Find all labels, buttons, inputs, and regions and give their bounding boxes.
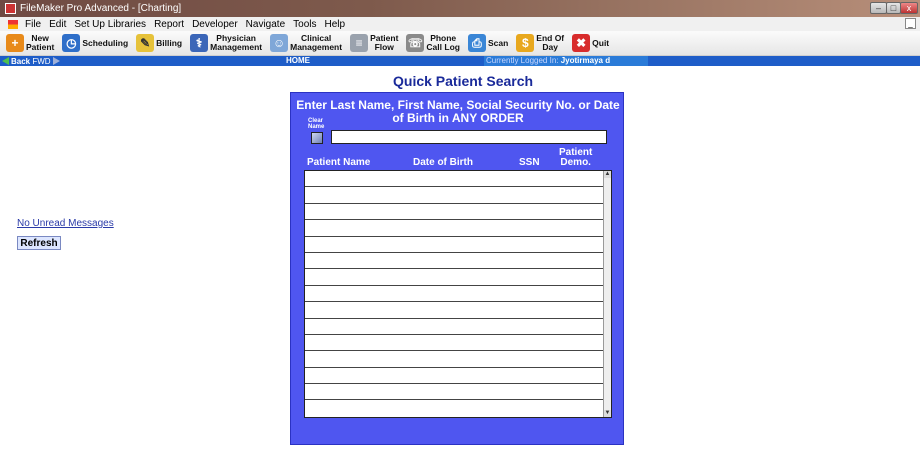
person-add-icon: + — [6, 34, 24, 52]
patient-flow-button[interactable]: ≡ Patient Flow — [350, 34, 398, 52]
main-toolbar: + New Patient ◷ Scheduling ✎ Billing ⚕ P… — [0, 31, 920, 56]
results-scrollbar[interactable]: ▲ ▼ — [603, 171, 611, 417]
physician-management-label: Physician Management — [210, 33, 263, 52]
logged-in-user: Jyotirmaya d — [560, 56, 611, 65]
table-row[interactable] — [305, 253, 603, 270]
table-row[interactable] — [305, 204, 603, 221]
clinician-icon: ☺ — [270, 34, 289, 52]
refresh-button[interactable]: Refresh — [17, 236, 61, 250]
physician-icon: ⚕ — [190, 34, 209, 52]
table-row[interactable] — [305, 171, 603, 188]
scroll-up-icon[interactable]: ▲ — [604, 171, 611, 178]
scroll-down-icon[interactable]: ▼ — [604, 410, 611, 417]
billing-label: Billing — [156, 37, 183, 48]
quick-patient-search-panel: Enter Last Name, First Name, Social Secu… — [290, 92, 624, 445]
scan-button[interactable]: ⎙ Scan — [467, 34, 509, 52]
forward-link[interactable]: FWD — [32, 57, 50, 66]
filemaker-app-icon — [5, 3, 16, 14]
table-row[interactable] — [305, 269, 603, 286]
document-icon[interactable] — [8, 19, 18, 29]
table-row[interactable] — [305, 237, 603, 253]
menu-navigate[interactable]: Navigate — [242, 19, 289, 30]
history-nav: Back FWD — [2, 56, 60, 66]
patient-flow-label: Patient Flow — [370, 33, 399, 52]
billing-button[interactable]: ✎ Billing — [136, 34, 182, 52]
pencil-icon: ✎ — [136, 34, 155, 52]
search-instructions: Enter Last Name, First Name, Social Secu… — [296, 98, 620, 125]
list-icon: ≡ — [350, 34, 369, 52]
end-of-day-label: End Of Day — [536, 33, 565, 52]
menu-edit[interactable]: Edit — [45, 19, 70, 30]
scan-label: Scan — [487, 37, 509, 48]
table-row[interactable] — [305, 384, 603, 401]
col-patient-demo: Patient Demo. — [559, 147, 593, 168]
table-row[interactable] — [305, 187, 603, 204]
back-link[interactable]: Back — [11, 57, 30, 66]
patient-search-input[interactable] — [331, 130, 607, 144]
quit-button[interactable]: ✖ Quit — [572, 34, 609, 52]
patient-results-list: ▲ ▼ — [304, 170, 612, 418]
table-row[interactable] — [305, 220, 603, 237]
table-row[interactable] — [305, 368, 603, 385]
phone-icon: ☏ — [406, 34, 425, 52]
window-titlebar: FileMaker Pro Advanced - [Charting] – □ … — [0, 0, 920, 17]
new-patient-button[interactable]: + New Patient — [6, 34, 54, 52]
unread-messages-link[interactable]: No Unread Messages — [17, 218, 114, 229]
menu-set-up-libraries[interactable]: Set Up Libraries — [70, 19, 150, 30]
coins-icon: $ — [516, 34, 535, 52]
quit-label: Quit — [592, 37, 610, 48]
quit-icon: ✖ — [572, 34, 591, 52]
end-of-day-button[interactable]: $ End Of Day — [516, 34, 564, 52]
scanner-icon: ⎙ — [467, 34, 486, 52]
minimize-button[interactable]: – — [870, 2, 887, 14]
clinical-management-button[interactable]: ☺ Clinical Management — [270, 34, 342, 52]
logged-in-label: Currently Logged In: — [486, 56, 559, 65]
table-row[interactable] — [305, 286, 603, 303]
menu-developer[interactable]: Developer — [188, 19, 242, 30]
table-row[interactable] — [305, 351, 603, 368]
table-row[interactable] — [305, 302, 603, 319]
col-patient-name: Patient Name — [307, 157, 371, 168]
scheduling-label: Scheduling — [82, 37, 129, 48]
table-row[interactable] — [305, 319, 603, 335]
clear-name-label: Clear Name — [308, 118, 325, 130]
clock-icon: ◷ — [62, 34, 81, 52]
menu-help[interactable]: Help — [321, 19, 350, 30]
mdi-minimize-button[interactable]: _ — [905, 18, 916, 29]
maximize-button[interactable]: □ — [886, 2, 901, 14]
logged-in-status: Currently Logged In: Jyotirmaya d — [484, 56, 648, 66]
clinical-management-label: Clinical Management — [290, 33, 343, 52]
close-button[interactable]: x — [900, 2, 918, 14]
phone-call-log-button[interactable]: ☏ Phone Call Log — [406, 34, 460, 52]
clear-name-button[interactable] — [311, 132, 323, 144]
menu-file[interactable]: File — [21, 19, 45, 30]
menu-bar: File Edit Set Up Libraries Report Develo… — [0, 17, 920, 31]
table-row[interactable] — [305, 335, 603, 352]
col-ssn: SSN — [519, 157, 540, 168]
forward-arrow-icon[interactable] — [52, 57, 60, 65]
scheduling-button[interactable]: ◷ Scheduling — [62, 34, 128, 52]
navigation-bar: Back FWD HOME Currently Logged In: Jyoti… — [0, 56, 920, 66]
quick-patient-search-title: Quick Patient Search — [393, 73, 534, 89]
phone-call-log-label: Phone Call Log — [426, 33, 460, 52]
physician-management-button[interactable]: ⚕ Physician Management — [190, 34, 262, 52]
col-date-of-birth: Date of Birth — [413, 157, 473, 168]
table-row[interactable] — [305, 400, 603, 416]
back-arrow-icon[interactable] — [2, 57, 9, 65]
menu-tools[interactable]: Tools — [289, 19, 320, 30]
new-patient-label: New Patient — [26, 33, 55, 52]
current-location: HOME — [286, 56, 310, 65]
window-title: FileMaker Pro Advanced - [Charting] — [20, 3, 182, 14]
menu-report[interactable]: Report — [150, 19, 188, 30]
